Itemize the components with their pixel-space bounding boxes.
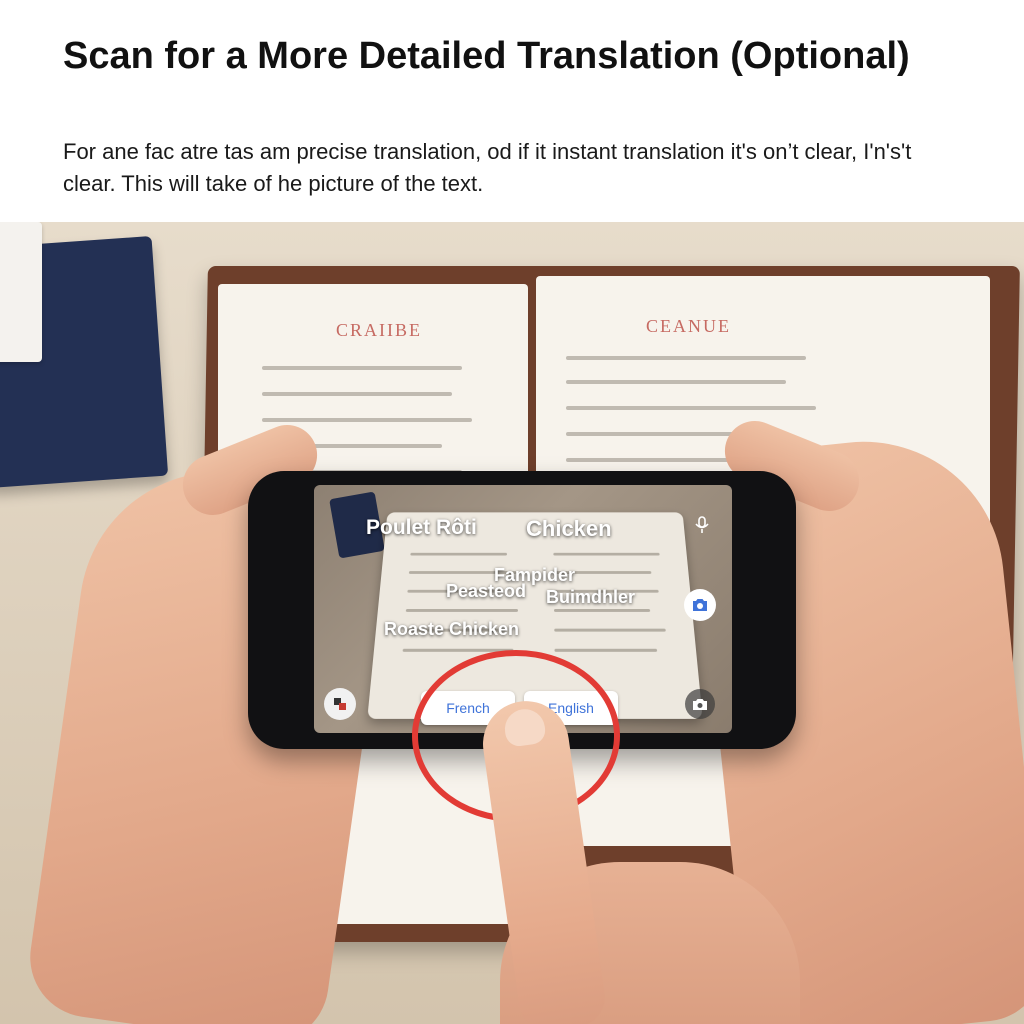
ar-label[interactable]: Buimdhler xyxy=(546,587,635,608)
microphone-icon[interactable] xyxy=(690,513,714,537)
menu-line xyxy=(566,356,806,360)
instruction-header: Scan for a More Detailed Translation (Op… xyxy=(0,0,1024,222)
menu-heading-left: CRAIIBE xyxy=(336,320,422,340)
fingernail xyxy=(502,706,547,748)
photo-scene: CRAIIBE CEANUE Poulet Rôti Chicken Fampi… xyxy=(0,222,1024,1024)
ar-label[interactable]: Roaste Chicken xyxy=(384,619,519,640)
page-description: For ane fac atre tas am precise translat… xyxy=(63,139,912,196)
menu-line xyxy=(262,418,472,422)
menu-heading-right: CEANUE xyxy=(646,316,731,336)
white-notepad xyxy=(0,222,42,362)
screen-menu-line xyxy=(553,552,660,556)
menu-line xyxy=(566,380,786,384)
camera-icon[interactable] xyxy=(684,589,716,621)
ar-label[interactable]: Peasteod xyxy=(446,581,526,602)
ar-label[interactable]: Poulet Rôti xyxy=(366,516,477,540)
menu-line xyxy=(262,366,462,370)
page-title: Scan for a More Detailed Translation (Op… xyxy=(63,35,910,77)
menu-line xyxy=(262,392,452,396)
screen-menu-line xyxy=(405,609,518,612)
ar-label[interactable]: Chicken xyxy=(526,516,612,542)
translate-app-icon[interactable] xyxy=(324,688,356,720)
menu-line xyxy=(566,406,816,410)
screen-menu-line xyxy=(554,609,651,612)
screen-menu-line xyxy=(554,628,666,632)
camera-shutter-icon[interactable] xyxy=(685,689,715,719)
screen-menu-line xyxy=(410,552,508,556)
screen-menu-line xyxy=(554,648,658,652)
